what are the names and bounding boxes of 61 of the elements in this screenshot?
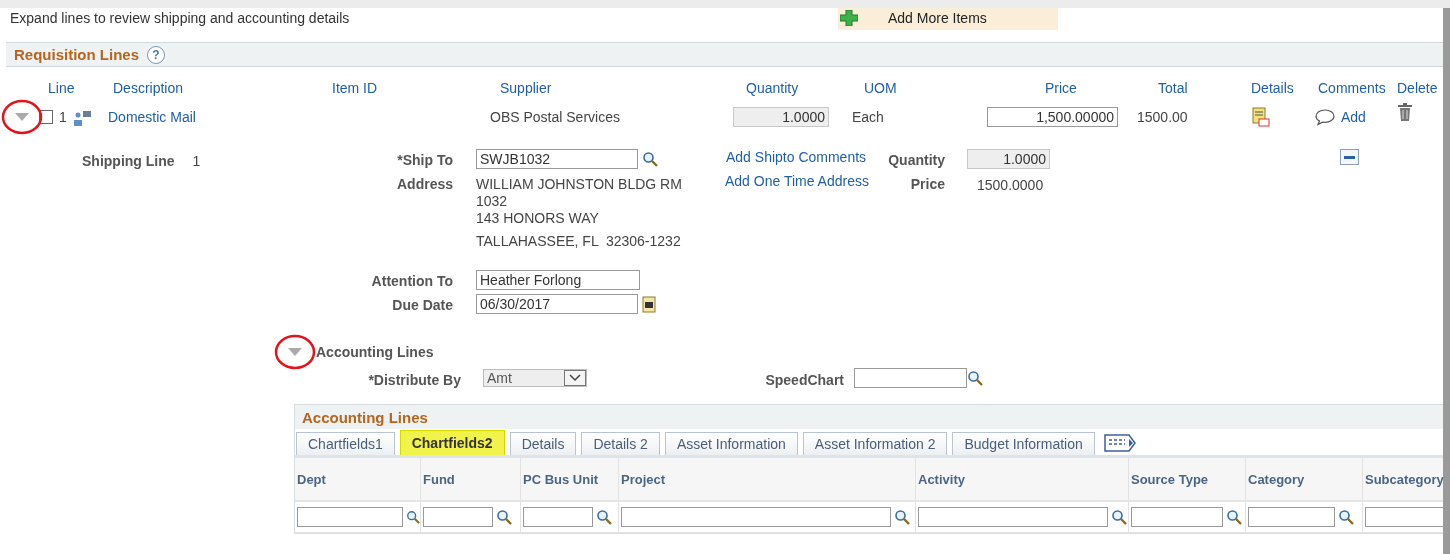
quantity-field: 1.0000 [733, 107, 829, 127]
due-date-field[interactable]: 06/30/2017 [476, 294, 638, 314]
ship-to-field[interactable]: SWJB1032 [476, 149, 638, 169]
column-header[interactable]: UOM [845, 77, 980, 99]
field-label: Due Date [391, 296, 453, 313]
shipping-quantity-field: 1.0000 [967, 149, 1050, 169]
tab[interactable]: Details 2 [581, 432, 660, 455]
shipping-line-label: Shipping Line [82, 153, 175, 169]
column-header[interactable]: Delete [1392, 77, 1440, 99]
column-header[interactable]: Total [1130, 77, 1240, 99]
column-header[interactable]: Supplier [485, 77, 725, 99]
address-line: 1032 [476, 193, 509, 210]
field-label: *Distribute By [367, 370, 462, 388]
description-link[interactable]: Domestic Mail [108, 109, 196, 125]
tab[interactable]: Chartfields2 [399, 430, 505, 455]
column-header: Fund [421, 458, 521, 502]
help-button[interactable]: ? [147, 45, 165, 64]
column-header: PC Bus Unit [521, 458, 619, 502]
field-label: *Ship To [396, 151, 453, 168]
field-label: Address [395, 175, 453, 192]
uom-text: Each [852, 109, 884, 125]
column-header[interactable]: Description [105, 77, 325, 99]
column-header: Category [1246, 458, 1363, 502]
column-header: Dept [295, 458, 421, 502]
column-header: Subcategory [1363, 458, 1443, 502]
column-header[interactable]: Item ID [325, 77, 485, 99]
distribute-by-select[interactable]: Amt [483, 369, 587, 387]
add-one-time-address-link[interactable]: Add One Time Address [725, 173, 869, 189]
column-header: Activity [916, 458, 1129, 502]
tab[interactable]: Budget Information [952, 432, 1095, 455]
column-header: Source Type [1129, 458, 1246, 502]
shipping-line-number: 1 [192, 153, 201, 169]
column-header[interactable]: Quantity [725, 77, 845, 99]
instruction-text: Expand lines to review shipping and accounting details [10, 10, 351, 26]
field-label: Quantity [887, 151, 945, 168]
address-line: WILLIAM JOHNSTON BLDG RM [476, 176, 683, 193]
section-title: Requisition Lines [14, 46, 139, 63]
column-header[interactable]: Price [980, 77, 1130, 99]
total-text: 1500.00 [1137, 109, 1188, 125]
field-label: Attention To [370, 272, 453, 289]
add-more-items-button[interactable]: Add More Items [838, 8, 1058, 30]
column-header[interactable]: Line [0, 77, 105, 99]
tab[interactable]: Asset Information [664, 432, 798, 455]
attention-to-field[interactable]: Heather Forlong [476, 270, 640, 290]
line-number: 1 [59, 109, 67, 125]
field-label: SpeedChart [764, 370, 845, 388]
column-header[interactable]: Comments [1310, 77, 1392, 99]
tab[interactable]: Details [509, 432, 577, 455]
column-header[interactable]: Details [1240, 77, 1310, 99]
grid-title: Accounting Lines [302, 408, 428, 426]
supplier-text: OBS Postal Services [490, 109, 620, 125]
column-header: Project [619, 458, 916, 502]
tab[interactable]: Asset Information 2 [802, 432, 948, 455]
add-comment-link[interactable]: Add [1341, 109, 1366, 125]
price-text: 1500.0000 [977, 177, 1044, 193]
add-shipto-comments-link[interactable]: Add Shipto Comments [726, 149, 867, 165]
address-line: TALLAHASSEE, FL 32306-1232 [476, 233, 682, 250]
address-line: 143 HONORS WAY [476, 210, 600, 227]
price-field[interactable]: 1,500.00000 [987, 107, 1118, 127]
tab[interactable]: Chartfields1 [296, 432, 395, 455]
accounting-lines-heading: Accounting Lines [316, 344, 434, 360]
